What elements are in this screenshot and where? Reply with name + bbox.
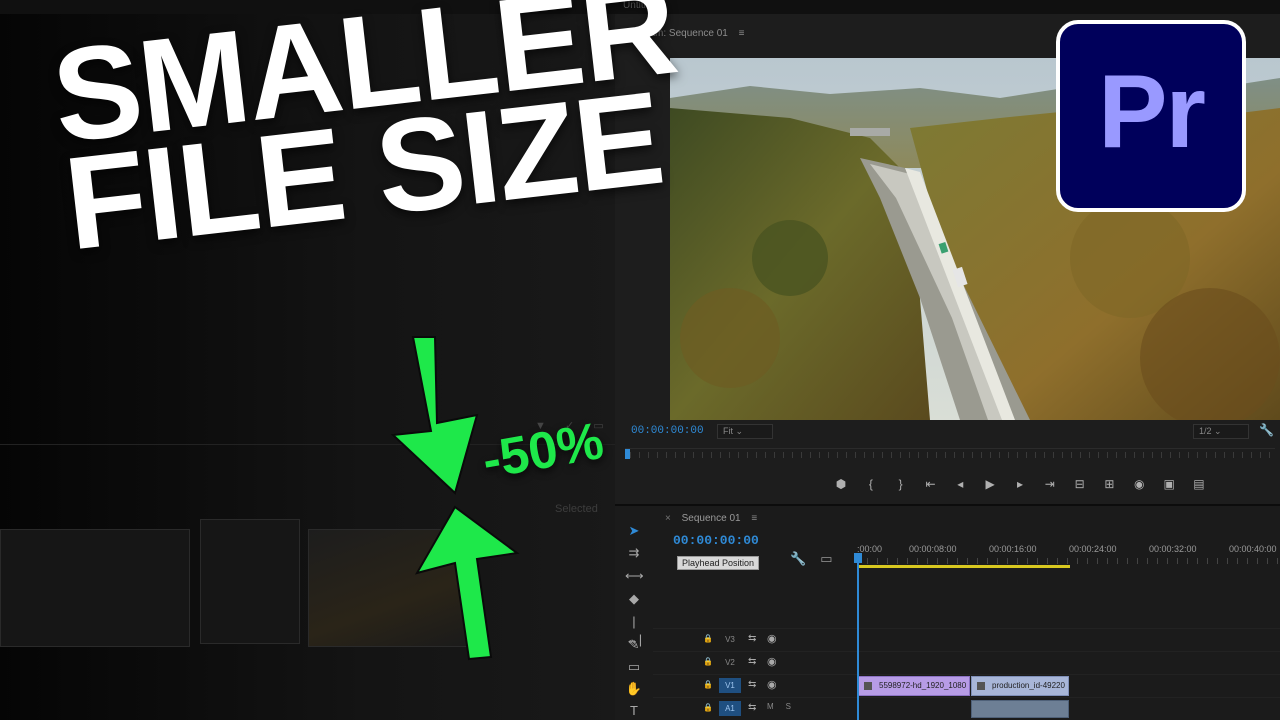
lock-icon[interactable]: 🔒 bbox=[703, 680, 713, 689]
insert-icon[interactable]: ▣ bbox=[1158, 477, 1180, 491]
scrub-ticks bbox=[630, 452, 1270, 458]
go-to-out-icon[interactable]: ⇥ bbox=[1039, 477, 1061, 491]
scrub-playhead[interactable] bbox=[625, 449, 630, 459]
mark-in-icon[interactable]: { bbox=[860, 477, 882, 491]
ruler-label: 00:00:32:00 bbox=[1149, 544, 1197, 554]
track-name[interactable]: V3 bbox=[719, 632, 741, 647]
eye-icon[interactable]: ◉ bbox=[767, 632, 777, 645]
track-v3[interactable]: 🔒 V3 ⇆ ◉ bbox=[653, 628, 1280, 650]
fx-badge-icon bbox=[864, 682, 872, 690]
lock-icon[interactable]: 🔒 bbox=[703, 634, 713, 643]
video-clip[interactable]: production_id-49220 bbox=[971, 676, 1069, 696]
track-name[interactable]: A1 bbox=[719, 701, 741, 716]
media-thumbnail[interactable] bbox=[0, 529, 190, 647]
track-select-tool-icon[interactable]: ⇉ bbox=[625, 544, 643, 562]
sync-lock-icon[interactable]: ⇆ bbox=[748, 702, 756, 713]
fx-badge-icon bbox=[977, 682, 985, 690]
eye-icon[interactable]: ◉ bbox=[767, 655, 777, 668]
sequence-tab-label: Sequence 01 bbox=[681, 513, 741, 524]
razor-tool-icon[interactable]: ◆ bbox=[625, 590, 643, 608]
eye-icon[interactable]: ◉ bbox=[767, 678, 777, 691]
compress-arrows-icon bbox=[390, 336, 520, 661]
mute-solo-buttons[interactable]: MS bbox=[767, 702, 803, 711]
ruler-label: 00:00:24:00 bbox=[1069, 544, 1117, 554]
ruler-label: 00:00:16:00 bbox=[989, 544, 1037, 554]
playhead-position-timecode[interactable]: 00:00:00:00 bbox=[673, 533, 759, 548]
rectangle-tool-icon[interactable]: ▭ bbox=[625, 658, 643, 676]
transport-controls: ⬢ {} ⇤ ◂ ▶ ▸ ⇥ ⊟ ⊞ ◉ ▣ ▤ bbox=[830, 474, 1210, 494]
work-area-bar[interactable] bbox=[859, 565, 1070, 568]
step-forward-icon[interactable]: ▸ bbox=[1009, 477, 1031, 491]
playhead-tooltip: Playhead Position bbox=[677, 556, 760, 570]
program-scrub-bar[interactable] bbox=[625, 448, 1275, 462]
lock-icon[interactable]: 🔒 bbox=[703, 657, 713, 666]
logo-text: Pr bbox=[1098, 53, 1206, 170]
timeline-playhead[interactable] bbox=[857, 556, 859, 720]
selection-status: Selected bbox=[555, 503, 598, 515]
playback-resolution-select[interactable]: 1/2 ⌄ bbox=[1193, 424, 1249, 439]
clip-name: 5598972-hd_1920_1080 bbox=[879, 681, 967, 690]
pen-tool-icon[interactable]: ✎ bbox=[625, 636, 643, 654]
audio-clip[interactable] bbox=[971, 700, 1069, 718]
panel-menu-icon[interactable]: ≡ bbox=[751, 513, 757, 524]
media-thumbnail[interactable] bbox=[200, 519, 300, 644]
video-clip[interactable]: 5598972-hd_1920_1080 bbox=[858, 676, 970, 696]
sequence-tab[interactable]: × Sequence 01 ≡ bbox=[665, 513, 757, 524]
tools-panel: ➤ ⇉ ⟷ ◆ |↔| ✎ ▭ ✋ T bbox=[615, 516, 653, 720]
lock-icon[interactable]: 🔒 bbox=[703, 703, 713, 712]
lift-icon[interactable]: ⊟ bbox=[1069, 477, 1091, 491]
zoom-fit-value: Fit bbox=[723, 426, 733, 436]
play-icon[interactable]: ▶ bbox=[979, 477, 1001, 491]
ripple-edit-tool-icon[interactable]: ⟷ bbox=[625, 567, 644, 585]
overwrite-icon[interactable]: ▤ bbox=[1188, 477, 1210, 491]
captions-icon[interactable]: ▭ bbox=[820, 551, 832, 566]
step-back-icon[interactable]: ◂ bbox=[949, 477, 971, 491]
track-a1[interactable]: 🔒 A1 ⇆ MS bbox=[653, 697, 1280, 719]
track-name[interactable]: V1 bbox=[719, 678, 741, 693]
wrench-icon[interactable]: 🔧 bbox=[790, 551, 806, 566]
ruler-ticks bbox=[857, 558, 1280, 564]
sync-lock-icon[interactable]: ⇆ bbox=[748, 656, 756, 667]
marker-icon[interactable]: ⬢ bbox=[830, 477, 852, 491]
timeline-toolbar: 🔧 ▭ bbox=[790, 551, 846, 567]
program-monitor-controls: 00:00:00:00 Fit ⌄ 1/2 ⌄ 🔧 bbox=[615, 420, 1280, 444]
track-v1[interactable]: 🔒 V1 ⇆ ◉ 5598972-hd_1920_1080 production… bbox=[653, 674, 1280, 696]
track-v2[interactable]: 🔒 V2 ⇆ ◉ bbox=[653, 651, 1280, 673]
mark-out-icon[interactable]: } bbox=[890, 477, 912, 491]
go-to-in-icon[interactable]: ⇤ bbox=[919, 477, 941, 491]
sync-lock-icon[interactable]: ⇆ bbox=[748, 633, 756, 644]
time-ruler[interactable]: :00:00 00:00:08:00 00:00:16:00 00:00:24:00 0… bbox=[857, 544, 1280, 572]
wrench-icon[interactable]: 🔧 bbox=[1259, 423, 1274, 437]
hand-tool-icon[interactable]: ✋ bbox=[625, 680, 643, 698]
track-name[interactable]: V2 bbox=[719, 655, 741, 670]
export-frame-icon[interactable]: ◉ bbox=[1128, 477, 1150, 491]
extract-icon[interactable]: ⊞ bbox=[1098, 477, 1120, 491]
premiere-pro-logo: Pr bbox=[1056, 20, 1246, 212]
zoom-fit-select[interactable]: Fit ⌄ bbox=[717, 424, 773, 439]
type-tool-icon[interactable]: T bbox=[625, 702, 643, 720]
selection-tool-icon[interactable]: ➤ bbox=[625, 522, 643, 540]
close-icon[interactable]: × bbox=[665, 513, 671, 524]
panel-menu-icon[interactable]: ≡ bbox=[739, 28, 745, 39]
ruler-label: 00:00:40:00 bbox=[1229, 544, 1277, 554]
clip-name: production_id-49220 bbox=[992, 681, 1065, 690]
slip-tool-icon[interactable]: |↔| bbox=[625, 613, 643, 647]
sync-lock-icon[interactable]: ⇆ bbox=[748, 679, 756, 690]
timeline-panel: ➤ ⇉ ⟷ ◆ |↔| ✎ ▭ ✋ T × Sequence 01 ≡ 00:0… bbox=[615, 504, 1280, 720]
ruler-label: 00:00:08:00 bbox=[909, 544, 957, 554]
playback-resolution-value: 1/2 bbox=[1199, 426, 1212, 436]
program-timecode[interactable]: 00:00:00:00 bbox=[631, 425, 704, 437]
